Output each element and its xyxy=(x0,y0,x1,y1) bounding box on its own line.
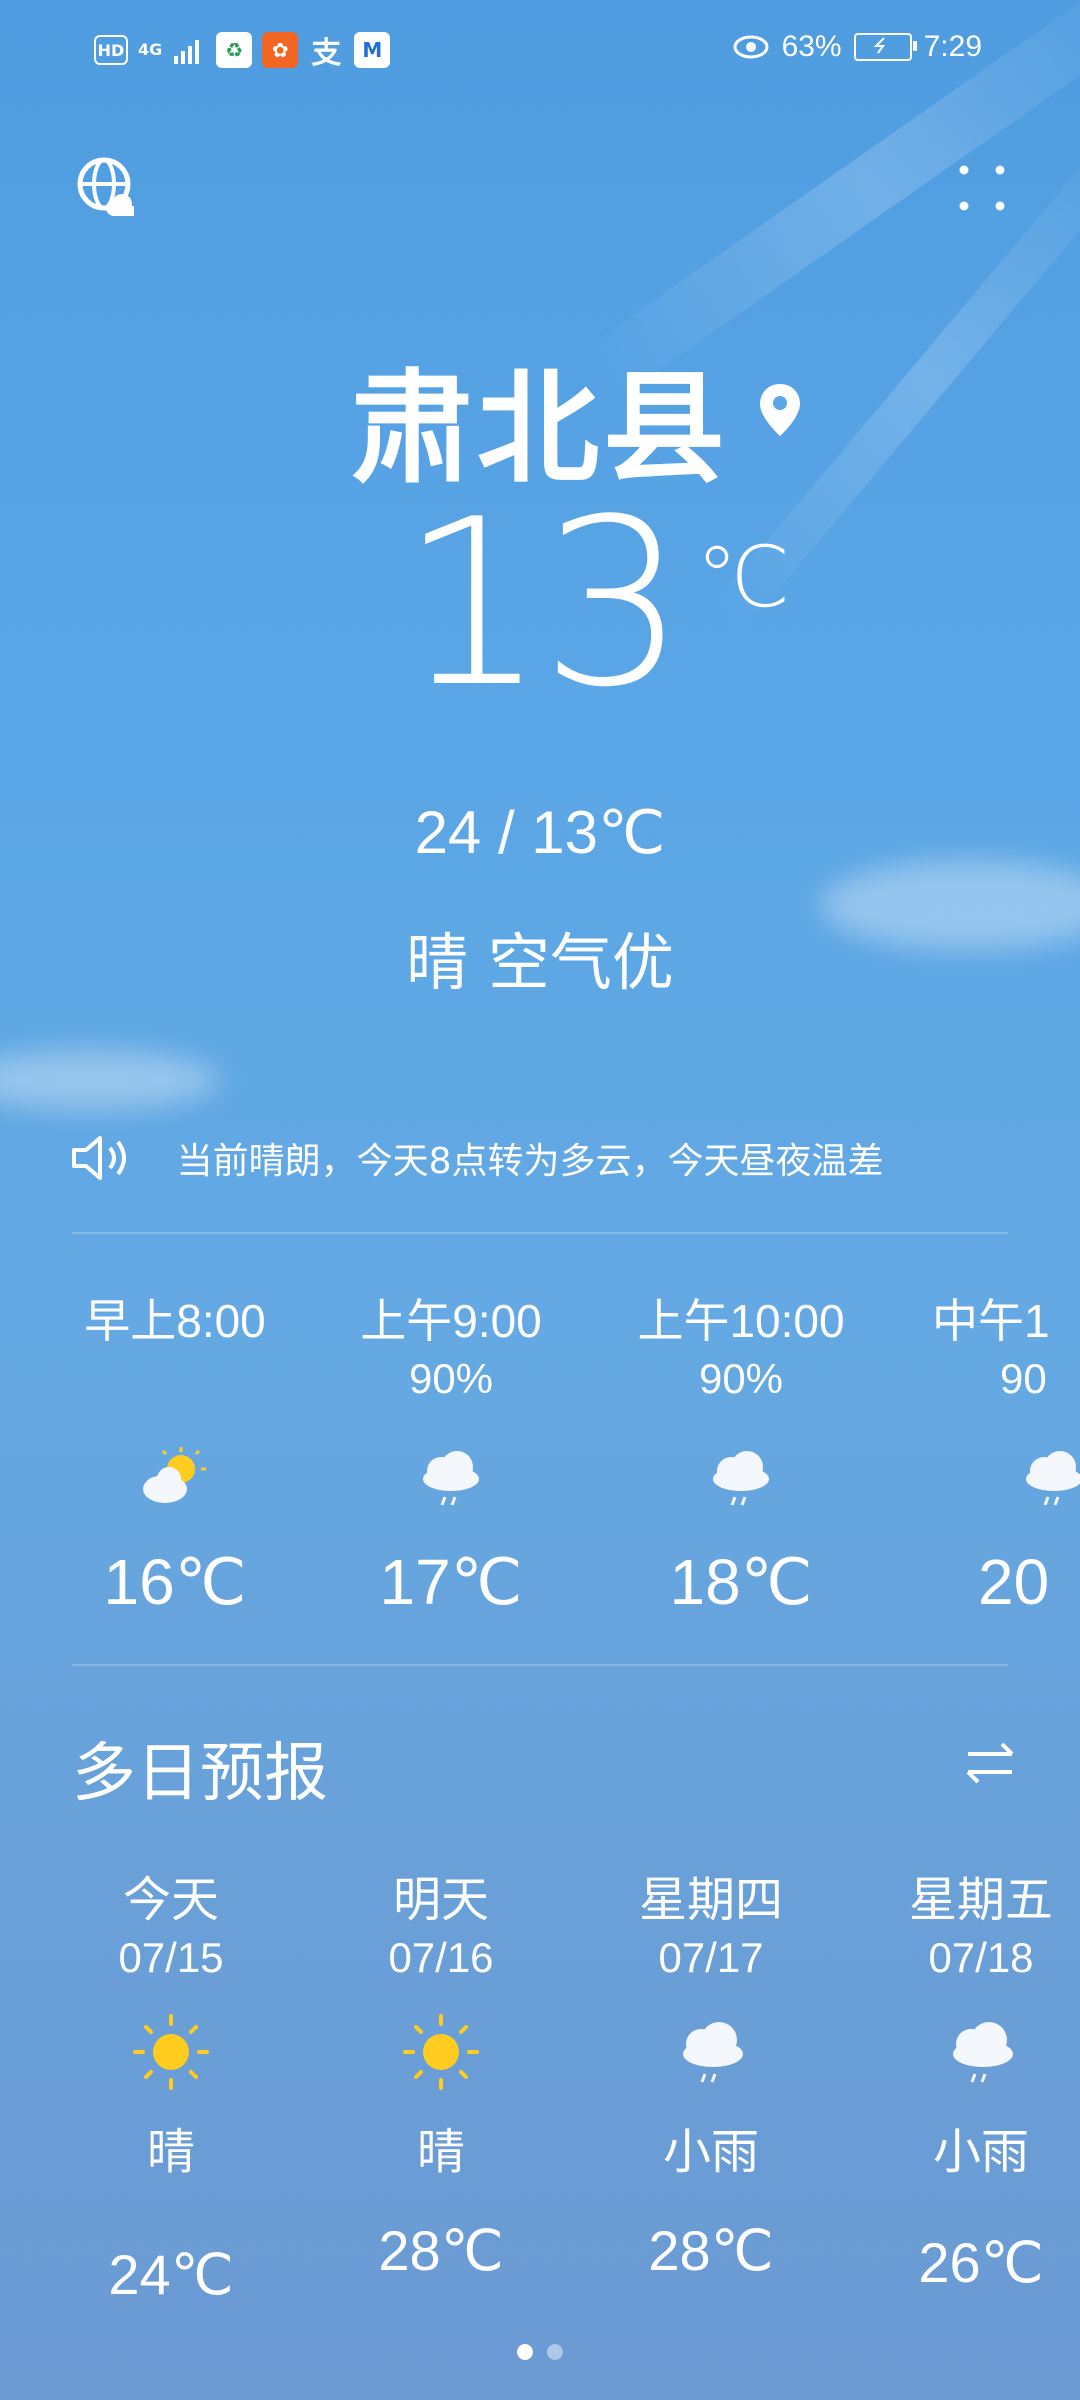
temperature-range: 24 / 13℃ xyxy=(414,799,666,866)
battery-icon xyxy=(853,33,917,61)
weather-broadcast[interactable]: 当前晴朗，今天8点转为多云，今天昼夜温差 xyxy=(70,1128,1010,1188)
day-name: 今天 xyxy=(122,1872,219,1928)
day-temp: 28℃ xyxy=(648,2219,774,2282)
hour-item: 中午1 90 20 xyxy=(884,1285,1080,1619)
section-title: 多日预报 xyxy=(72,1737,328,1811)
temperature-unit: ℃ xyxy=(696,528,791,626)
sun-icon xyxy=(133,2014,209,2090)
day-condition: 小雨 xyxy=(932,2124,1029,2180)
divider xyxy=(72,1232,1008,1234)
alipay-icon: 支 xyxy=(311,36,342,71)
hour-temp: 16℃ xyxy=(103,1546,247,1618)
app-notification-icon: ♻ xyxy=(216,32,253,68)
page-dot[interactable] xyxy=(547,2344,563,2360)
speaker-icon[interactable] xyxy=(70,1132,131,1184)
current-temperature: 13 xyxy=(400,471,687,738)
day-item[interactable]: 星期五 07/18 小雨 26℃ xyxy=(846,1860,1080,2296)
app-notification-icon: M xyxy=(354,32,391,68)
day-temp: 28℃ xyxy=(378,2219,504,2282)
location-pin-icon xyxy=(760,384,800,436)
status-bar: HD 4G ♻ ✿ 支 M 63% 7:29 xyxy=(0,28,1080,78)
network-label: 4G xyxy=(138,40,163,59)
day-item[interactable]: 明天 07/16 晴 28℃ xyxy=(306,1860,576,2284)
hd-icon: HD xyxy=(94,35,128,65)
hour-precip: 90% xyxy=(698,1355,784,1402)
day-item[interactable]: 今天 07/15 晴 24℃ xyxy=(36,1860,306,2308)
battery-percent: 63% xyxy=(781,30,842,63)
page-dot-active[interactable] xyxy=(517,2344,533,2360)
day-condition: 小雨 xyxy=(662,2124,759,2180)
hourly-forecast[interactable]: 早上8:00 16℃ 上午9:00 90% 17℃ 上午10:00 90% 18… xyxy=(0,1285,1080,1645)
day-temp: 24℃ xyxy=(108,2243,234,2306)
hour-item: 早上8:00 16℃ xyxy=(40,1285,310,1620)
hour-temp: 18℃ xyxy=(669,1546,813,1618)
hour-precip: 90 xyxy=(1000,1355,1047,1402)
sun-icon xyxy=(403,2014,479,2090)
broadcast-text: 当前晴朗，今天8点转为多云，今天昼夜温差 xyxy=(176,1141,884,1182)
day-name: 星期五 xyxy=(908,1872,1053,1928)
day-name: 星期四 xyxy=(638,1872,783,1928)
hour-temp: 20 xyxy=(978,1546,1050,1618)
hour-temp: 17℃ xyxy=(379,1546,523,1618)
divider xyxy=(72,1664,1008,1666)
light-rain-icon xyxy=(953,2022,1013,2083)
partly-cloudy-icon xyxy=(143,1447,206,1503)
daily-forecast[interactable]: 今天 07/15 晴 24℃ 明天 07/16 晴 28℃ 星期四 07/17 … xyxy=(0,1860,1080,2330)
light-rain-icon xyxy=(1026,1451,1080,1506)
more-options-icon[interactable] xyxy=(956,162,1008,214)
hour-time: 上午10:00 xyxy=(637,1295,845,1347)
background-cloud xyxy=(0,1050,220,1110)
day-date: 07/17 xyxy=(658,1934,764,1981)
day-temp: 26℃ xyxy=(918,2231,1044,2294)
hour-precip: 90% xyxy=(408,1355,494,1402)
hour-item: 上午9:00 90% 17℃ xyxy=(316,1285,586,1620)
weather-condition[interactable]: 晴 空气优 xyxy=(0,912,1080,1002)
eye-comfort-icon xyxy=(733,35,769,59)
day-condition: 晴 xyxy=(416,2124,465,2180)
day-date: 07/18 xyxy=(928,1934,1034,1981)
clock: 7:29 xyxy=(923,30,982,63)
signal-icon xyxy=(174,40,200,64)
day-name: 明天 xyxy=(392,1872,489,1928)
hour-time: 中午1 xyxy=(932,1295,1050,1347)
hour-precip xyxy=(40,1355,310,1433)
light-rain-icon xyxy=(423,1451,479,1506)
hour-time: 上午9:00 xyxy=(360,1295,542,1347)
city-manage-icon[interactable] xyxy=(76,156,140,220)
page-indicator[interactable] xyxy=(0,2344,1080,2360)
day-item[interactable]: 星期四 07/17 小雨 28℃ xyxy=(576,1860,846,2284)
day-condition: 晴 xyxy=(146,2124,195,2180)
light-rain-icon xyxy=(713,1451,769,1506)
day-date: 07/16 xyxy=(388,1934,494,1981)
swap-view-icon[interactable] xyxy=(964,1740,1018,1784)
hour-item: 上午10:00 90% 18℃ xyxy=(606,1285,876,1620)
hour-time: 早上8:00 xyxy=(84,1295,266,1347)
day-date: 07/15 xyxy=(118,1934,224,1981)
light-rain-icon xyxy=(683,2022,743,2083)
app-notification-icon: ✿ xyxy=(262,32,299,68)
